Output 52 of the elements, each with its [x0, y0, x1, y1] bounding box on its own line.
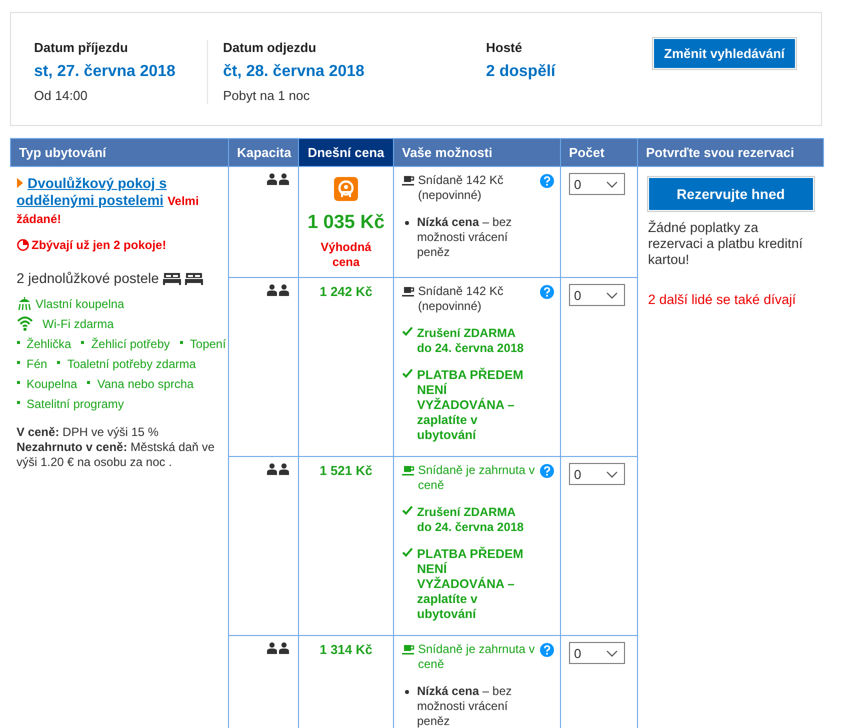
meal-info: Snídaně je zahrnuta v ceně — [418, 463, 536, 493]
viewers-notice: 2 další lidé se také dívají — [648, 292, 797, 307]
room-count-select[interactable]: 0 — [569, 642, 625, 664]
field-label: Hosté — [486, 40, 524, 55]
field-value: 2 dospělí — [486, 63, 557, 81]
meal-info: Snídaně 142 Kč (nepovinné) — [418, 173, 504, 203]
deal-label: Výhodná cena — [320, 240, 372, 270]
field-note: Od 14:00 — [34, 88, 88, 103]
field-value: čt, 28. června 2018 — [223, 63, 366, 81]
field-label: Datum příjezdu — [34, 40, 129, 55]
book-now-button[interactable]: Rezervujte hned — [648, 177, 814, 211]
availability-warning: Zbývají už jen 2 pokoje! — [32, 238, 166, 252]
policy-text: PLATBA PŘEDEM NENÍ VYŽADOVÁNA – zaplatíte v ubytování — [417, 368, 524, 443]
policy-text: Zrušení ZDARMA do 24. června 2018 — [417, 326, 525, 356]
price: 1 242 Kč — [318, 284, 374, 299]
price-note: V ceně: DPH ve výši 15 % — [16, 425, 160, 440]
price: 1 314 Kč — [318, 642, 374, 657]
column-header[interactable]: Potvrďte svou rezervaci — [638, 138, 824, 166]
bed-type: 2 jednolůžkové postele — [16, 270, 159, 286]
room-count-select[interactable]: 0 — [569, 284, 625, 306]
fees-note: Žádné poplatky za rezervaci a platbu kreditní kartou! — [648, 220, 804, 268]
column-header[interactable]: Typ ubytování — [10, 138, 228, 166]
price-note: Nezahrnuto v ceně: Městská daň ve výši 1.20 € na osobu za noc . — [16, 440, 216, 470]
facility: Toaletní potřeby zdarma — [67, 356, 196, 370]
policy-text: Nízká cena – bez možnosti vrácení peněz — [417, 684, 513, 728]
facility: Vana nebo sprcha — [97, 376, 194, 390]
field-label: Datum odjezdu — [223, 40, 318, 55]
room-count-select[interactable]: 0 — [569, 173, 625, 195]
field-note: Pobyt na 1 noc — [223, 88, 311, 103]
field-value: st, 27. června 2018 — [34, 63, 176, 81]
meal-info: Snídaně 142 Kč (nepovinné) — [418, 284, 504, 314]
facility: Satelitní programy — [26, 396, 124, 410]
facility: Žehlicí potřeby — [91, 336, 170, 350]
column-header[interactable]: Kapacita — [228, 138, 298, 166]
meal-info: Snídaně je zahrnuta v ceně — [418, 642, 536, 672]
change-search-button[interactable]: Změnit vyhledávání — [653, 38, 796, 69]
facility: Wi-Fi zdarma — [42, 316, 114, 330]
column-header[interactable]: Dnešní cena — [298, 138, 394, 166]
price: 1 521 Kč — [318, 463, 374, 478]
policy-text: Zrušení ZDARMA do 24. června 2018 — [417, 505, 525, 535]
policy-text: PLATBA PŘEDEM NENÍ VYŽADOVÁNA – zaplatíte v ubytování — [417, 547, 524, 622]
facility: Vlastní koupelna — [36, 296, 124, 310]
facility: Žehlička — [26, 336, 72, 350]
room-count-select[interactable]: 0 — [569, 463, 625, 485]
column-header[interactable]: Vaše možnosti — [394, 138, 560, 166]
facility: Topení — [190, 336, 226, 350]
column-header[interactable]: Počet — [560, 138, 638, 166]
price: 1 035 Kč — [307, 212, 385, 234]
facility: Koupelna — [26, 376, 78, 390]
room-name-link[interactable]: Dvoulůžkový pokoj s oddělenými postelemi Velmi žádané! — [16, 175, 222, 228]
facility: Fén — [26, 356, 48, 370]
policy-text: Nízká cena – bez možnosti vrácení peněz — [417, 215, 513, 260]
